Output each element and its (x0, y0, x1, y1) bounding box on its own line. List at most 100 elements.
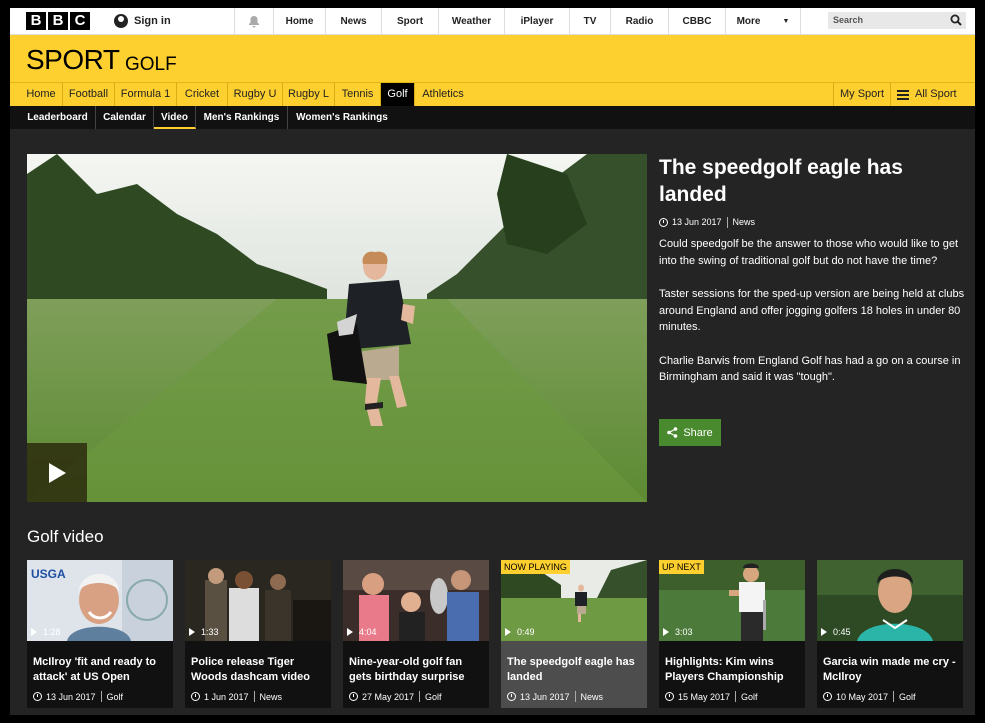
video-card-title[interactable]: Highlights: Kim wins Players Championshi… (665, 655, 801, 685)
golf-video-heading: Golf video (27, 527, 104, 546)
bbc-nav-weather[interactable]: Weather (438, 8, 504, 35)
meta-divider (893, 691, 895, 702)
all-sport-menu[interactable]: All Sport (890, 83, 975, 106)
sign-in-label: Sign in (134, 15, 171, 27)
play-icon (663, 628, 669, 636)
bbc-nav-more[interactable]: More ▼ (725, 8, 801, 35)
hamburger-menu-icon (897, 89, 909, 100)
my-sport-link[interactable]: My Sport (833, 83, 890, 106)
bbc-nav-cbbc[interactable]: CBBC (668, 8, 725, 35)
bbc-nav-news[interactable]: News (325, 8, 381, 35)
sport-nav-rugby-union[interactable]: Rugby U (228, 83, 283, 106)
video-card-meta: 13 Jun 2017 Golf (33, 691, 123, 702)
bbc-logo[interactable]: B B C (26, 12, 90, 30)
bbc-nav-home[interactable]: Home (273, 8, 325, 35)
featured-video-player[interactable] (27, 154, 647, 502)
video-card-date: 27 May 2017 (362, 691, 415, 702)
bbc-nav-tv[interactable]: TV (569, 8, 610, 35)
bbc-nav-sport[interactable]: Sport (381, 8, 438, 35)
video-card-date: 13 Jun 2017 (46, 691, 96, 702)
video-duration: 3:03 (663, 627, 693, 637)
clock-icon (33, 692, 42, 701)
video-card-category[interactable]: Golf (899, 692, 916, 702)
duration-label: 0:45 (833, 627, 851, 637)
sport-nav-athletics[interactable]: Athletics (415, 83, 471, 106)
sport-nav-cricket[interactable]: Cricket (177, 83, 228, 106)
video-card-category[interactable]: Golf (425, 692, 442, 702)
golf-nav-calendar[interactable]: Calendar (96, 106, 154, 129)
golf-nav-womens-rankings[interactable]: Women's Rankings (288, 106, 396, 129)
meta-divider (735, 691, 737, 702)
featured-paragraph: Could speedgolf be the answer to those w… (659, 238, 959, 267)
video-card-title[interactable]: The speedgolf eagle has landed (507, 655, 643, 685)
meta-divider (100, 691, 102, 702)
video-card-title[interactable]: McIlroy 'fit and ready to attack' at US … (33, 655, 169, 685)
more-label: More (736, 16, 761, 27)
up-next-badge: UP NEXT (659, 560, 704, 574)
now-playing-badge: NOW PLAYING (501, 560, 570, 574)
video-card-category[interactable]: Golf (107, 692, 124, 702)
golf-nav-leaderboard[interactable]: Leaderboard (20, 106, 96, 129)
video-card-category[interactable]: News (260, 692, 283, 702)
video-card-up-next[interactable]: UP NEXT 3:03 Highlights: Kim wins Player… (659, 560, 805, 708)
golf-nav-video[interactable]: Video (154, 106, 196, 129)
svg-text:USGA: USGA (31, 567, 66, 581)
featured-title: The speedgolf eagle has landed (659, 156, 903, 206)
golf-subnav: Leaderboard Calendar Video Men's Ranking… (10, 106, 975, 129)
featured-story: The speedgolf eagle has landed 13 Jun 20… (659, 154, 969, 386)
notifications-bell-icon[interactable] (234, 8, 272, 35)
sport-header: SPORT GOLF (10, 35, 975, 82)
search-input[interactable]: Search (828, 12, 966, 29)
video-card-now-playing[interactable]: NOW PLAYING 0:49 The speedgolf eagle has… (501, 560, 647, 708)
play-icon (505, 628, 511, 636)
sport-nav-formula-1[interactable]: Formula 1 (115, 83, 177, 106)
share-label: Share (683, 426, 713, 439)
video-card-title[interactable]: Nine-year-old golf fan gets birthday sur… (349, 655, 485, 685)
duration-label: 1:28 (43, 627, 61, 637)
bbc-logo-letter: B (26, 12, 46, 30)
bbc-nav-iplayer[interactable]: iPlayer (504, 8, 569, 35)
golf-nav-mens-rankings[interactable]: Men's Rankings (196, 106, 288, 129)
play-button[interactable] (27, 443, 87, 502)
bbc-nav-radio[interactable]: Radio (610, 8, 668, 35)
play-icon (189, 628, 195, 636)
sport-nav-football[interactable]: Football (63, 83, 115, 106)
video-card-meta: 1 Jun 2017 News (191, 691, 282, 702)
clock-icon (507, 692, 516, 701)
sign-in-link[interactable]: Sign in (114, 12, 171, 30)
video-card-title[interactable]: Garcia win made me cry - McIlroy (823, 655, 959, 685)
search-icon[interactable] (950, 14, 962, 26)
duration-label: 1:33 (201, 627, 219, 637)
featured-category[interactable]: News (733, 217, 756, 227)
video-duration: 1:28 (31, 627, 61, 637)
sport-nav-tennis[interactable]: Tennis (335, 83, 381, 106)
video-card-title[interactable]: Police release Tiger Woods dashcam video (191, 655, 327, 685)
bbc-global-nav: Home News Sport Weather iPlayer TV Radio… (273, 8, 801, 35)
video-card[interactable]: USGA 1:28 McIlroy 'fit and ready to atta… (27, 560, 173, 708)
featured-date: 13 Jun 2017 (672, 217, 722, 227)
sport-wordmark[interactable]: SPORT (26, 44, 120, 76)
sport-nav-golf[interactable]: Golf (381, 83, 415, 106)
share-button[interactable]: Share (659, 419, 721, 446)
share-icon (667, 427, 678, 438)
search-placeholder: Search (833, 15, 864, 25)
meta-divider (253, 691, 255, 702)
clock-icon (659, 217, 668, 227)
video-card[interactable]: 0:45 Garcia win made me cry - McIlroy 10… (817, 560, 963, 708)
video-card[interactable]: 1:33 Police release Tiger Woods dashcam … (185, 560, 331, 708)
clock-icon (823, 692, 832, 701)
duration-label: 0:49 (517, 627, 535, 637)
sport-nav-home[interactable]: Home (20, 83, 63, 106)
clock-icon (665, 692, 674, 701)
meta-divider (726, 216, 728, 228)
video-card-meta: 15 May 2017 Golf (665, 691, 758, 702)
video-card-category[interactable]: News (581, 692, 604, 702)
page: B B C Sign in Home News Sport Weather iP… (10, 8, 975, 715)
video-duration: 4:04 (347, 627, 377, 637)
video-card[interactable]: 4:04 Nine-year-old golf fan gets birthda… (343, 560, 489, 708)
video-card-category[interactable]: Golf (741, 692, 758, 702)
featured-meta: 13 Jun 2017 News (659, 216, 969, 228)
sport-nav-rugby-league[interactable]: Rugby L (283, 83, 335, 106)
user-icon (114, 14, 128, 28)
meta-divider (574, 691, 576, 702)
